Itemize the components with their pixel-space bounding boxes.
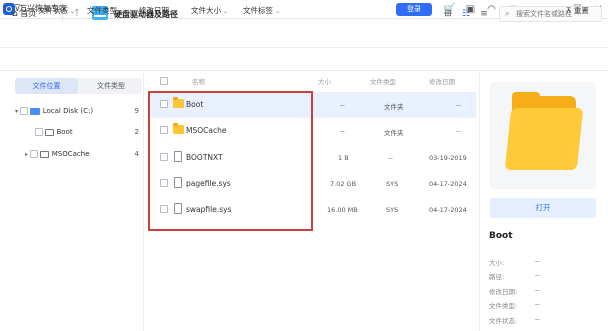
file-date: -- xyxy=(456,127,461,135)
filter-file-tag[interactable]: 文件标签 ⌄ xyxy=(243,5,280,16)
checkbox[interactable] xyxy=(20,107,29,115)
detail-label: 文件类型: xyxy=(489,302,518,310)
home-label: 首页 xyxy=(20,9,37,18)
navigation-bar xyxy=(0,20,608,48)
tree-count: 9 xyxy=(134,107,139,115)
detail-value: -- xyxy=(535,300,540,308)
tree-label: Boot xyxy=(56,128,73,136)
search-icon: ⌕ xyxy=(505,9,510,18)
file-size: -- xyxy=(340,101,345,109)
checkbox[interactable] xyxy=(35,128,43,136)
folder-preview-front xyxy=(504,108,584,170)
file-size: 1 B xyxy=(338,154,349,162)
caret-down-icon[interactable]: ▾ xyxy=(15,108,18,115)
detail-value: -- xyxy=(535,257,540,265)
chevron-down-icon: ⌄ xyxy=(171,8,177,15)
tab-file-location[interactable]: 文件位置 xyxy=(15,78,78,94)
chevron-down-icon: ⌄ xyxy=(119,8,125,15)
filter-label: 修改日期 xyxy=(139,6,169,15)
file-date: 03-19-2019 xyxy=(429,154,467,162)
filter-file-status[interactable]: 文件状态 ⌄ xyxy=(38,5,75,16)
detail-label: 文件状态: xyxy=(489,317,518,325)
detail-value: -- xyxy=(535,315,540,323)
file-type: 文件夹 xyxy=(384,103,404,111)
detail-label: 修改日期: xyxy=(489,288,518,296)
tab-file-type[interactable]: 文件类型 xyxy=(80,78,142,94)
filter-icon: ⊽ xyxy=(14,4,21,14)
file-date: 04-17-2024 xyxy=(429,206,467,214)
chevron-down-icon: ⌄ xyxy=(70,8,76,15)
file-type: -- xyxy=(388,154,393,162)
tree-label: Local Disk (C:) xyxy=(42,107,94,115)
folder-icon xyxy=(45,128,55,136)
chevron-down-icon: ⌄ xyxy=(223,8,229,15)
folder-icon xyxy=(40,150,50,158)
column-date[interactable]: 修改日期 xyxy=(429,76,455,86)
list-header: 名称 大小 文件类型 修改日期 xyxy=(148,72,476,90)
file-type: SYS xyxy=(386,180,399,188)
filter-label: 文件类型 xyxy=(87,6,117,15)
detail-label: 大小: xyxy=(489,259,505,267)
login-button[interactable]: 登录 xyxy=(396,3,432,16)
filter-file-size[interactable]: 文件大小 ⌄ xyxy=(191,5,228,16)
tree-item-local-disk[interactable]: ▾ Local Disk (C:) 9 xyxy=(15,101,139,121)
filter-label: 文件大小 xyxy=(191,6,221,15)
filter-label: 文件状态 xyxy=(38,6,68,15)
reset-label: 重置 xyxy=(573,6,589,15)
file-size: -- xyxy=(340,127,345,135)
tree-count: 2 xyxy=(134,128,139,136)
disk-icon xyxy=(30,107,41,115)
column-size[interactable]: 大小 xyxy=(318,76,331,86)
detail-label: 路径: xyxy=(489,273,505,281)
file-date: 04-17-2024 xyxy=(429,180,467,188)
caret-right-icon[interactable]: ▸ xyxy=(25,151,28,158)
column-name[interactable]: 名称 xyxy=(192,76,205,86)
column-type[interactable]: 文件类型 xyxy=(370,76,396,86)
filter-label: 文件标签 xyxy=(243,6,273,15)
checkbox[interactable] xyxy=(30,150,39,158)
filter-modified-date[interactable]: 修改日期 ⌄ xyxy=(139,5,176,16)
tree-item-boot[interactable]: Boot 2 xyxy=(35,122,139,142)
grid-view-icon[interactable]: ⊞ xyxy=(442,8,454,20)
filter-bar xyxy=(0,49,608,71)
chevron-down-icon: ⌄ xyxy=(275,8,281,15)
detail-file-name: Boot xyxy=(489,231,513,241)
file-size: 16.00 MB xyxy=(327,206,358,214)
file-type: 文件夹 xyxy=(384,129,404,137)
open-button[interactable]: 打开 xyxy=(490,198,596,218)
reset-icon: ⊼ xyxy=(566,6,572,15)
reset-button[interactable]: ⊼ 重置 xyxy=(566,5,589,16)
filter-file-type[interactable]: 文件类型 ⌄ xyxy=(87,5,124,16)
detail-view-icon[interactable]: ☷ xyxy=(460,8,472,20)
home-button[interactable]: ⌂ 首页 xyxy=(6,5,42,23)
file-type: SYS xyxy=(386,206,399,214)
file-date: -- xyxy=(456,101,461,109)
tree-label: MSOCache xyxy=(51,150,90,158)
tree-item-msocache[interactable]: ▸ MSOCache 4 xyxy=(25,144,139,164)
highlight-box xyxy=(148,91,313,231)
tree-count: 4 xyxy=(134,150,139,158)
list-view-icon[interactable]: ≡ xyxy=(478,8,490,20)
detail-value: -- xyxy=(535,271,540,279)
detail-value: -- xyxy=(535,286,540,294)
file-size: 7.02 GB xyxy=(330,180,357,188)
select-all-checkbox[interactable] xyxy=(160,77,168,85)
